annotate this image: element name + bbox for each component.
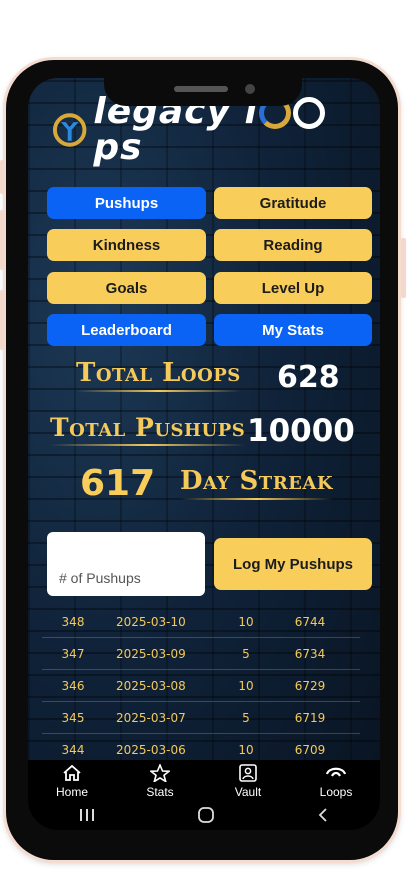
power-button bbox=[401, 238, 406, 298]
vault-icon bbox=[239, 764, 257, 782]
total-pushups-value: 10000 bbox=[247, 413, 355, 449]
goals-button[interactable]: Goals bbox=[47, 272, 206, 304]
row-amount: 10 bbox=[238, 742, 254, 757]
total-loops-label: Total Loops bbox=[76, 358, 241, 392]
volume-up-button bbox=[0, 160, 5, 194]
pushups-count-input[interactable] bbox=[47, 532, 205, 596]
recents-icon[interactable] bbox=[78, 808, 96, 822]
pushup-log-table: 348 2025-03-10 10 6744 347 2025-03-09 5 … bbox=[42, 606, 360, 766]
home-icon bbox=[63, 764, 81, 781]
reading-button[interactable]: Reading bbox=[214, 229, 372, 261]
row-amount: 10 bbox=[238, 614, 254, 629]
table-row: 347 2025-03-09 5 6734 bbox=[42, 638, 360, 670]
row-id: 344 bbox=[61, 742, 85, 757]
row-total: 6734 bbox=[294, 646, 326, 661]
row-total: 6719 bbox=[294, 710, 326, 725]
day-streak-label: Day Streak bbox=[180, 466, 333, 500]
nav-vault[interactable]: Vault bbox=[204, 760, 292, 800]
row-total: 6744 bbox=[294, 614, 326, 629]
system-nav-bar bbox=[28, 800, 380, 830]
bottom-nav: Home Stats Vault Loops bbox=[28, 760, 380, 800]
nav-home[interactable]: Home bbox=[28, 760, 116, 800]
row-date: 2025-03-09 bbox=[116, 646, 186, 661]
row-date: 2025-03-07 bbox=[116, 710, 186, 725]
kindness-button[interactable]: Kindness bbox=[47, 229, 206, 261]
front-camera bbox=[245, 84, 255, 94]
row-amount: 5 bbox=[242, 710, 250, 725]
row-date: 2025-03-10 bbox=[116, 614, 186, 629]
row-id: 346 bbox=[61, 678, 85, 693]
notch bbox=[104, 78, 302, 106]
level-up-button[interactable]: Level Up bbox=[214, 272, 372, 304]
gratitude-button[interactable]: Gratitude bbox=[214, 187, 372, 219]
row-amount: 10 bbox=[238, 678, 254, 693]
app-logo: legacy lps bbox=[52, 94, 370, 166]
nav-vault-label: Vault bbox=[234, 785, 262, 799]
home-circle-icon[interactable] bbox=[197, 806, 215, 824]
row-amount: 5 bbox=[242, 646, 250, 661]
row-date: 2025-03-08 bbox=[116, 678, 186, 693]
table-row: 346 2025-03-08 10 6729 bbox=[42, 670, 360, 702]
pushups-button[interactable]: Pushups bbox=[47, 187, 206, 219]
row-id: 348 bbox=[61, 614, 85, 629]
nav-stats[interactable]: Stats bbox=[116, 760, 204, 800]
leaderboard-button[interactable]: Leaderboard bbox=[47, 314, 206, 346]
my-stats-button[interactable]: My Stats bbox=[214, 314, 372, 346]
nav-loops[interactable]: Loops bbox=[292, 760, 380, 800]
logo-emblem-icon bbox=[52, 113, 87, 147]
day-streak-value: 617 bbox=[80, 463, 156, 504]
nav-home-label: Home bbox=[55, 785, 88, 799]
log-pushups-button[interactable]: Log My Pushups bbox=[214, 538, 372, 590]
back-icon[interactable] bbox=[316, 807, 330, 823]
table-row: 345 2025-03-07 5 6719 bbox=[42, 702, 360, 734]
total-pushups-label: Total Pushups bbox=[50, 413, 246, 446]
speaker bbox=[174, 86, 228, 92]
star-icon bbox=[150, 764, 170, 782]
row-date: 2025-03-06 bbox=[116, 742, 186, 757]
nav-stats-label: Stats bbox=[146, 785, 174, 799]
row-total: 6729 bbox=[294, 678, 326, 693]
side-key bbox=[0, 290, 5, 350]
table-row: 348 2025-03-10 10 6744 bbox=[42, 606, 360, 638]
loops-icon bbox=[325, 767, 347, 777]
row-total: 6709 bbox=[294, 742, 326, 757]
logo-text-suffix: ps bbox=[93, 127, 143, 168]
logo-loop-icon-2 bbox=[292, 97, 325, 129]
volume-down-button bbox=[0, 210, 5, 270]
row-id: 347 bbox=[61, 646, 85, 661]
total-loops-value: 628 bbox=[277, 360, 340, 395]
nav-loops-label: Loops bbox=[319, 785, 353, 799]
row-id: 345 bbox=[61, 710, 85, 725]
